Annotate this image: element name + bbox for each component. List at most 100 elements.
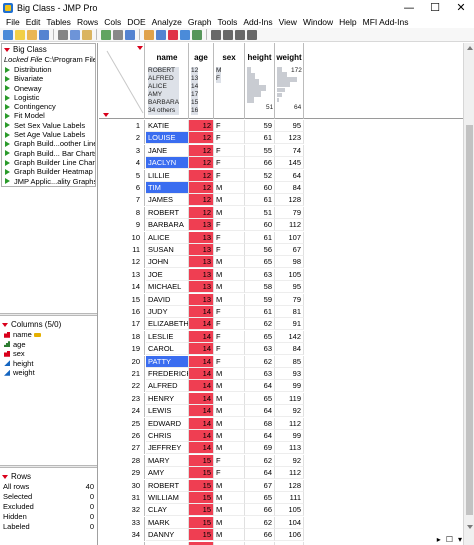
- run-script-icon[interactable]: [5, 103, 10, 110]
- row-number[interactable]: 3: [99, 144, 145, 157]
- cell-sex[interactable]: F: [214, 306, 245, 318]
- row-number[interactable]: 11: [99, 244, 145, 256]
- cell-age[interactable]: 13: [189, 268, 214, 281]
- import-icon[interactable]: [113, 29, 123, 40]
- status-window-icon[interactable]: ☐: [446, 535, 453, 544]
- cell-sex[interactable]: F: [214, 132, 245, 145]
- table-script-item[interactable]: JMP Applic...ality Graphs: [2, 177, 95, 186]
- cell-name[interactable]: ALFRED: [146, 380, 189, 393]
- table-script-item[interactable]: Graph Build...oother Line: [2, 139, 95, 148]
- table-row[interactable]: 26 CHRIS 14 M 64 99: [99, 430, 463, 442]
- table-script-item[interactable]: Logistic: [2, 93, 95, 102]
- cell-age[interactable]: 16: [189, 541, 214, 545]
- rows-stat-hidden[interactable]: Hidden 0: [0, 512, 97, 522]
- cell-weight[interactable]: 104: [275, 516, 304, 529]
- cell-height[interactable]: 61: [245, 194, 275, 207]
- cell-height[interactable]: 61: [245, 132, 275, 145]
- table-row[interactable]: 14 MICHAEL 13 M 58 95: [99, 281, 463, 294]
- columns-panel-header[interactable]: Columns (5/0): [0, 319, 97, 330]
- cell-name[interactable]: JEFFREY: [146, 442, 189, 455]
- cell-height[interactable]: 62: [245, 516, 275, 529]
- row-number[interactable]: 18: [99, 330, 145, 343]
- table-row[interactable]: 17 ELIZABETH 14 F 62 91: [99, 318, 463, 331]
- cut-icon[interactable]: [58, 29, 68, 40]
- row-number[interactable]: 19: [99, 343, 145, 356]
- cell-name[interactable]: ROBERT: [146, 206, 189, 219]
- cell-height[interactable]: 52: [245, 169, 275, 182]
- table-row[interactable]: 15 DAVID 13 M 59 79: [99, 293, 463, 306]
- cell-age[interactable]: 15: [189, 467, 214, 480]
- table-row[interactable]: 6 TIM 12 M 60 84: [99, 182, 463, 194]
- cell-height[interactable]: 58: [245, 281, 275, 294]
- cell-weight[interactable]: 84: [275, 182, 304, 194]
- menu-analyze[interactable]: Analyze: [149, 16, 185, 28]
- red-triangle-menu-icon[interactable]: [4, 47, 10, 52]
- copy-icon[interactable]: [70, 29, 80, 40]
- cell-age[interactable]: 15: [189, 516, 214, 529]
- cell-weight[interactable]: 113: [275, 442, 304, 455]
- table-row[interactable]: 8 ROBERT 12 M 51 79: [99, 206, 463, 219]
- table-row[interactable]: 9 BARBARA 13 F 60 112: [99, 219, 463, 232]
- cell-weight[interactable]: 99: [275, 430, 304, 442]
- column-item-name[interactable]: name: [0, 330, 97, 340]
- run-script-icon[interactable]: [5, 141, 10, 148]
- cell-weight[interactable]: 95: [275, 281, 304, 294]
- table-row[interactable]: 30 ROBERT 15 M 67 128: [99, 479, 463, 492]
- menu-doe[interactable]: DOE: [124, 16, 148, 28]
- cell-sex[interactable]: M: [214, 194, 245, 207]
- cell-weight[interactable]: 79: [275, 206, 304, 219]
- scroll-down-icon[interactable]: [467, 525, 473, 529]
- table-script-item[interactable]: Graph Builder Heatmap: [2, 167, 95, 176]
- cell-weight[interactable]: 91: [275, 318, 304, 331]
- cell-sex[interactable]: M: [214, 529, 245, 542]
- new-script-icon[interactable]: [101, 29, 111, 40]
- cell-name[interactable]: BARBARA: [146, 219, 189, 232]
- cell-name[interactable]: JOHN: [146, 256, 189, 269]
- cell-height[interactable]: 64: [245, 405, 275, 418]
- run-script-icon[interactable]: [5, 159, 10, 166]
- cell-height[interactable]: 62: [245, 454, 275, 467]
- cell-sex[interactable]: M: [214, 281, 245, 294]
- run-script-icon[interactable]: [5, 85, 10, 92]
- cell-sex[interactable]: F: [214, 120, 245, 132]
- brush-tool-icon[interactable]: [223, 29, 233, 40]
- cell-age[interactable]: 13: [189, 256, 214, 269]
- table-panel-header[interactable]: Big Class: [2, 44, 95, 55]
- cell-weight[interactable]: 93: [275, 368, 304, 380]
- cell-name[interactable]: TIM: [146, 182, 189, 194]
- cell-age[interactable]: 13: [189, 293, 214, 306]
- status-menu-icon[interactable]: ▾: [458, 535, 462, 544]
- cell-name[interactable]: CLAY: [146, 504, 189, 517]
- cell-height[interactable]: 66: [245, 157, 275, 170]
- rows-stat-excluded[interactable]: Excluded 0: [0, 502, 97, 512]
- cell-height[interactable]: 51: [245, 206, 275, 219]
- row-number[interactable]: 4: [99, 157, 145, 170]
- row-number[interactable]: 2: [99, 132, 145, 145]
- cell-sex[interactable]: M: [214, 380, 245, 393]
- row-number[interactable]: 32: [99, 504, 145, 517]
- panel-splitter[interactable]: [0, 465, 97, 468]
- run-script-icon[interactable]: [5, 150, 10, 157]
- paste-icon[interactable]: [82, 29, 92, 40]
- cell-height[interactable]: 63: [245, 368, 275, 380]
- cell-age[interactable]: 12: [189, 132, 214, 145]
- cell-weight[interactable]: 123: [275, 132, 304, 145]
- scroll-up-icon[interactable]: [467, 46, 473, 50]
- distribution-icon[interactable]: [180, 29, 190, 40]
- cell-name[interactable]: ALICE: [146, 231, 189, 244]
- cell-height[interactable]: 59: [245, 293, 275, 306]
- cell-name[interactable]: CHRIS: [146, 430, 189, 442]
- table-row[interactable]: 27 JEFFREY 14 M 69 113: [99, 442, 463, 455]
- cell-age[interactable]: 12: [189, 144, 214, 157]
- cell-sex[interactable]: M: [214, 368, 245, 380]
- graph-builder-icon[interactable]: [168, 29, 178, 40]
- run-script-icon[interactable]: [5, 75, 10, 82]
- row-number[interactable]: 16: [99, 306, 145, 318]
- cell-name[interactable]: FREDERICK: [146, 368, 189, 380]
- cell-age[interactable]: 15: [189, 492, 214, 504]
- cell-age[interactable]: 15: [189, 529, 214, 542]
- cell-height[interactable]: 64: [245, 380, 275, 393]
- cell-age[interactable]: 15: [189, 454, 214, 467]
- cell-height[interactable]: 59: [245, 120, 275, 132]
- cell-sex[interactable]: M: [214, 516, 245, 529]
